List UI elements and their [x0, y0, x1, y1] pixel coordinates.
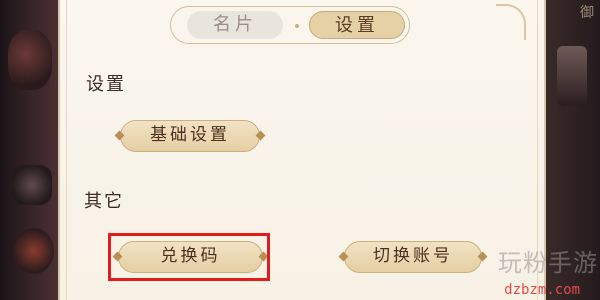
tab-separator-dot — [295, 24, 299, 28]
watermark-text: 玩粉手游 — [498, 249, 598, 277]
tab-card[interactable]: 名片 — [187, 11, 283, 39]
section-title-settings: 设置 — [86, 74, 126, 95]
tab-bar: 名片 设置 — [170, 6, 410, 44]
highlight-box — [108, 233, 270, 281]
avatar-decoration — [14, 228, 54, 274]
watermark-url: dzbzm.com — [504, 282, 580, 298]
switch-account-button[interactable]: 切换账号 — [344, 241, 482, 273]
background-decoration — [557, 46, 587, 106]
character-portrait-decoration — [8, 30, 52, 90]
section-title-other: 其它 — [84, 191, 124, 212]
corner-ornament — [496, 4, 526, 40]
tab-settings[interactable]: 设置 — [309, 11, 405, 39]
basic-settings-button[interactable]: 基础设置 — [120, 120, 260, 152]
corner-glyph: 御 — [580, 5, 594, 21]
card-decoration — [12, 165, 52, 205]
background-left — [0, 0, 60, 300]
